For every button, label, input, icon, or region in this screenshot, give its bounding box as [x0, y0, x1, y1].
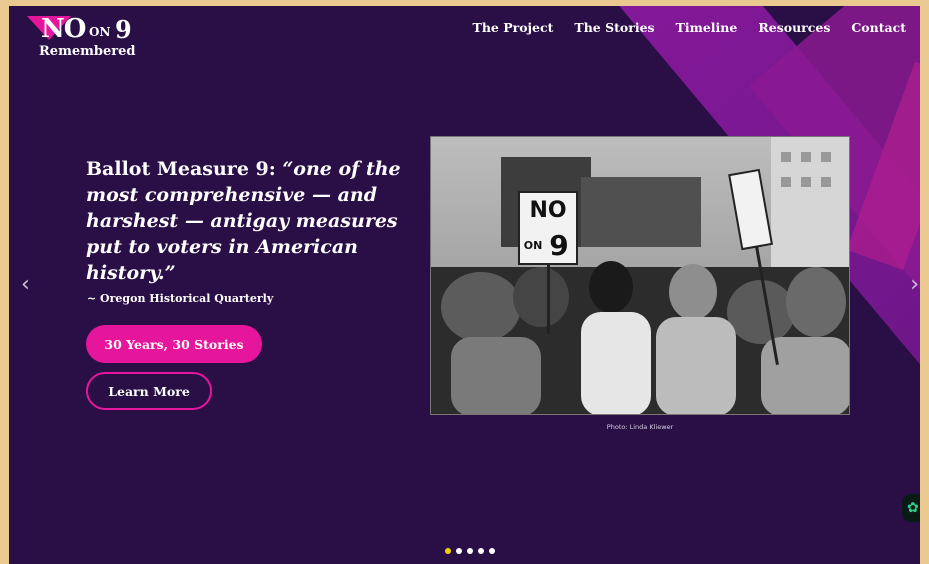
- sign-text-nine: 9: [549, 229, 568, 262]
- photo-caption: Photo: Linda Kliewer: [606, 423, 674, 431]
- carousel-pagination: [445, 548, 495, 554]
- learn-more-button[interactable]: Learn More: [86, 372, 212, 410]
- headline-citation: ~ Oregon Historical Quarterly: [87, 292, 274, 305]
- headline-lead: Ballot Measure 9:: [86, 158, 283, 180]
- next-slide-icon[interactable]: ›: [910, 274, 919, 296]
- carousel-dot-3[interactable]: [467, 548, 473, 554]
- assistant-widget-icon[interactable]: ✿: [902, 494, 920, 522]
- carousel-dot-1[interactable]: [445, 548, 451, 554]
- logo-remembered: Remembered: [39, 44, 136, 59]
- nav-resources[interactable]: Resources: [758, 20, 830, 35]
- nav-the-stories[interactable]: The Stories: [574, 20, 654, 35]
- sign-text-on: ON: [524, 239, 543, 252]
- protest-photo-illustration: NO ON 9: [431, 137, 849, 414]
- logo-nine: 9: [115, 15, 132, 44]
- nav-timeline[interactable]: Timeline: [676, 20, 738, 35]
- hero-slider: NO ON 9 Remembered The Project The Stori…: [9, 6, 920, 564]
- logo-no: NO: [41, 14, 86, 44]
- carousel-dot-4[interactable]: [478, 548, 484, 554]
- previous-slide-icon[interactable]: ‹: [21, 274, 30, 296]
- carousel-dot-2[interactable]: [456, 548, 462, 554]
- stories-button[interactable]: 30 Years, 30 Stories: [86, 325, 262, 363]
- decorative-stripe: [846, 61, 920, 271]
- main-navigation: The Project The Stories Timeline Resourc…: [473, 20, 906, 35]
- nav-the-project[interactable]: The Project: [473, 20, 554, 35]
- hero-headline: Ballot Measure 9: “one of the most compr…: [86, 156, 406, 286]
- sign-text-no: NO: [529, 198, 566, 223]
- logo-on: ON: [89, 25, 111, 39]
- site-logo[interactable]: NO ON 9 Remembered: [27, 14, 167, 64]
- nav-contact[interactable]: Contact: [851, 20, 906, 35]
- hero-photo: NO ON 9: [430, 136, 850, 415]
- carousel-dot-5[interactable]: [489, 548, 495, 554]
